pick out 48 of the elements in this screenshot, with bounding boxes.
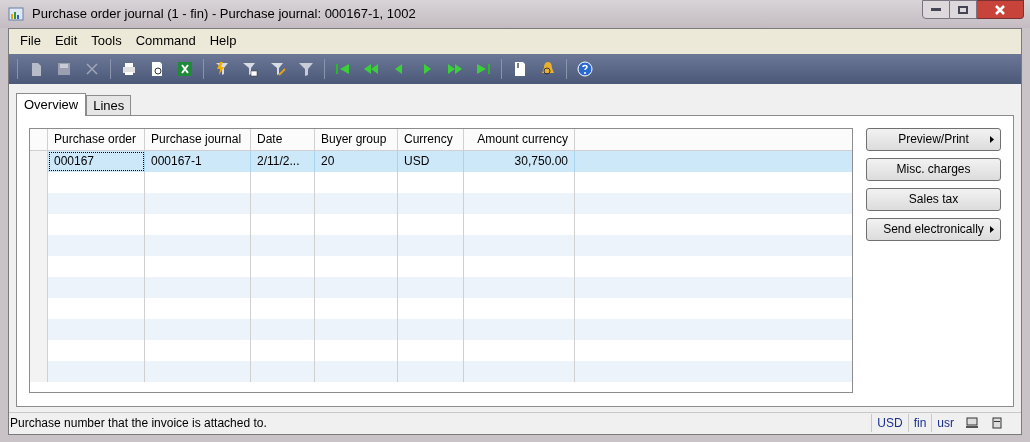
window-title: Purchase order journal (1 - fin) - Purchase journal: 000167-1, 1002 (32, 5, 416, 24)
action-button[interactable]: Sales tax (866, 187, 1001, 211)
action-button[interactable]: Send electronically (866, 217, 1001, 241)
spreadsheet-icon[interactable] (177, 60, 193, 77)
help-icon[interactable] (577, 60, 593, 77)
action-button[interactable]: Misc. charges (866, 157, 1001, 181)
table-row[interactable]: 000167 000167-1 2/11/2... 20 USD 30,750.00 (30, 150, 852, 172)
lightning-filter-icon[interactable] (214, 60, 230, 77)
column-header[interactable]: Purchase order (48, 128, 145, 150)
filter-pencil-icon[interactable] (270, 60, 286, 77)
column-header[interactable]: Amount currency (464, 128, 575, 150)
attachment-icon[interactable] (512, 60, 528, 77)
table-cell: 2/11/2... (251, 150, 315, 172)
table-cell: USD (398, 150, 464, 172)
computer-icon (965, 417, 979, 430)
column-header[interactable]: Buyer group (315, 128, 398, 150)
tab[interactable]: Lines (86, 94, 132, 115)
menu-item[interactable]: Tools (84, 31, 129, 51)
alert-bell-icon[interactable] (540, 60, 556, 77)
menu-item[interactable]: File (13, 31, 48, 51)
print-icon[interactable] (121, 60, 137, 77)
filter-grid-icon[interactable] (242, 60, 258, 77)
menu-item[interactable]: Command (128, 31, 203, 51)
close-icon (994, 4, 1006, 15)
status-message: Purchase number that the invoice is attached to. (9, 415, 268, 433)
column-header[interactable]: Purchase journal (145, 128, 251, 150)
action-button[interactable]: Preview/Print (866, 127, 1001, 151)
tab[interactable]: Overview (16, 92, 87, 116)
menu-item[interactable]: Edit (47, 31, 85, 51)
close-button[interactable] (977, 0, 1024, 19)
menu-item[interactable]: Help (202, 31, 244, 51)
print-preview-icon[interactable] (149, 60, 165, 77)
maximize-button[interactable] (950, 0, 977, 19)
table-cell: 000167-1 (145, 150, 251, 172)
column-header[interactable]: Currency (398, 128, 464, 150)
status-field: usr (931, 414, 959, 433)
filter-icon[interactable] (298, 60, 314, 77)
column-header[interactable]: Date (251, 128, 315, 150)
delete-icon[interactable] (84, 60, 100, 77)
table-cell: 20 (315, 150, 398, 172)
database-icon (991, 417, 1003, 430)
minimize-button[interactable] (922, 0, 950, 19)
status-field: USD (871, 414, 908, 433)
save-icon[interactable] (56, 60, 72, 77)
table-cell: 30,750.00 (464, 150, 575, 172)
table-cell: 000167 (48, 150, 145, 172)
app-icon (8, 5, 24, 22)
status-field: fin (907, 414, 932, 433)
